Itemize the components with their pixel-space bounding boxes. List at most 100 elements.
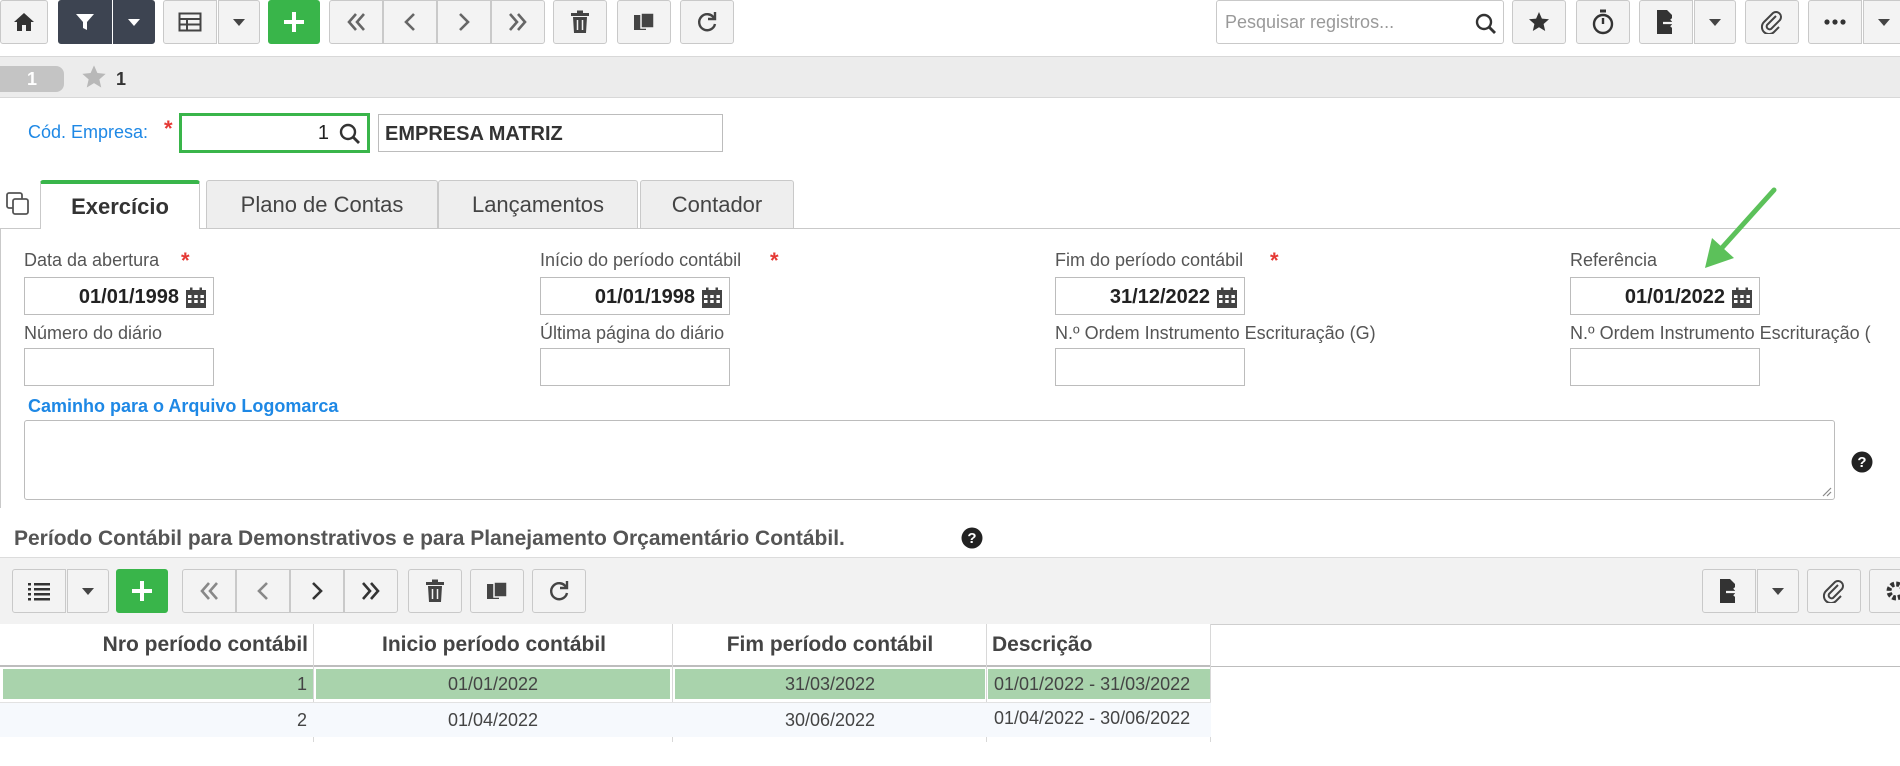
help-icon[interactable]: ?: [1851, 451, 1873, 473]
data-abertura-field[interactable]: 01/01/1998: [24, 277, 214, 315]
company-code-value: 1: [317, 122, 329, 144]
first-icon: [200, 582, 218, 600]
delete-button[interactable]: [553, 0, 607, 44]
export-button[interactable]: [1639, 0, 1693, 44]
refresh-button[interactable]: [680, 0, 734, 44]
grid-header-cell[interactable]: Nro período contábil: [0, 624, 308, 666]
copy-icon: [487, 581, 508, 599]
tab-plano-de-contas[interactable]: Plano de Contas: [206, 180, 438, 228]
add-record-button[interactable]: [268, 0, 320, 44]
resize-handle-icon[interactable]: [1820, 485, 1832, 497]
export-icon: [1720, 579, 1740, 603]
company-name-field: EMPRESA MATRIZ: [378, 114, 723, 152]
home-icon: [14, 13, 34, 31]
inicio-periodo-field[interactable]: 01/01/1998: [540, 277, 730, 315]
first-icon: [347, 13, 365, 31]
next-record-button[interactable]: [437, 0, 491, 44]
calendar-icon[interactable]: [1731, 287, 1753, 309]
annotation-arrow-icon: [1705, 187, 1777, 268]
grid-header-cell[interactable]: Descrição: [992, 624, 1210, 666]
calendar-icon[interactable]: [701, 287, 723, 309]
grid-toolbar: [0, 557, 1900, 625]
ordem-g-field[interactable]: [1055, 348, 1245, 386]
copy-button[interactable]: [617, 0, 671, 44]
grid-add-button[interactable]: [116, 569, 168, 613]
search-box: [1216, 0, 1504, 44]
last-record-button[interactable]: [491, 0, 545, 44]
copy-icon: [634, 12, 655, 30]
required-marker: *: [164, 116, 173, 141]
star-icon[interactable]: [80, 63, 108, 91]
table-cell: 01/01/2022 - 31/03/2022: [988, 669, 1210, 699]
tab-lancamentos[interactable]: Lançamentos: [438, 180, 638, 228]
grid-settings-button[interactable]: [1869, 569, 1900, 613]
calendar-icon[interactable]: [1216, 287, 1238, 309]
grid-icon: [178, 12, 202, 32]
list-view-dropdown-button[interactable]: [67, 569, 109, 613]
referencia-label: Referência: [1570, 250, 1658, 270]
grid-next-button[interactable]: [290, 569, 344, 613]
tab-panel-left-border: [0, 228, 1, 508]
required-marker: *: [1270, 248, 1279, 273]
table-row[interactable]: 1 01/01/2022 31/03/2022 01/01/2022 - 31/…: [0, 668, 1211, 702]
filter-button[interactable]: [58, 0, 112, 44]
grid-first-button[interactable]: [182, 569, 236, 613]
numero-diario-label: Número do diário: [24, 323, 163, 343]
grid-attachment-button[interactable]: [1807, 569, 1861, 613]
first-record-button[interactable]: [329, 0, 383, 44]
grid-view-dropdown-button[interactable]: [218, 0, 260, 44]
more-button[interactable]: [1808, 0, 1862, 44]
next-icon: [312, 582, 323, 600]
grid-prev-button[interactable]: [236, 569, 290, 613]
fim-periodo-field[interactable]: 31/12/2022: [1055, 277, 1245, 315]
export-dropdown-button[interactable]: [1694, 0, 1736, 44]
tab-label: Plano de Contas: [240, 191, 404, 217]
more-dropdown-button[interactable]: [1863, 0, 1900, 44]
attachment-button[interactable]: [1745, 0, 1799, 44]
grid-header-cell[interactable]: Fim período contábil: [674, 624, 986, 666]
export-icon: [1657, 10, 1677, 34]
search-icon[interactable]: [339, 123, 361, 145]
grid-header-cell[interactable]: Inicio período contábil: [316, 624, 672, 666]
fim-periodo-label: Fim do período contábil: [1055, 250, 1244, 270]
table-cell: 01/01/2022: [316, 669, 670, 699]
grid-delete-button[interactable]: [408, 569, 462, 613]
referencia-field[interactable]: 01/01/2022: [1570, 277, 1760, 315]
last-icon: [362, 582, 380, 600]
company-code-field[interactable]: 1: [179, 113, 370, 153]
timer-button[interactable]: [1576, 0, 1630, 44]
filter-dropdown-button[interactable]: [113, 0, 155, 44]
search-input[interactable]: [1225, 9, 1465, 35]
paperclip-icon: [1760, 11, 1782, 34]
logomarca-textarea[interactable]: [24, 420, 1835, 500]
table-cell: 30/06/2022: [784, 709, 876, 730]
ultima-pagina-field[interactable]: [540, 348, 730, 386]
grid-copy-button[interactable]: [470, 569, 524, 613]
numero-diario-field[interactable]: [24, 348, 214, 386]
refresh-icon: [698, 12, 717, 32]
svg-text:?: ?: [1857, 454, 1866, 471]
previous-record-button[interactable]: [383, 0, 437, 44]
help-icon[interactable]: ?: [961, 527, 983, 549]
grid-view-button[interactable]: [163, 0, 217, 44]
page-indicator[interactable]: 1: [0, 66, 64, 92]
tab-exercicio[interactable]: Exercício: [40, 180, 200, 229]
favorite-button[interactable]: [1512, 0, 1566, 44]
grid-export-button[interactable]: [1702, 569, 1756, 613]
caret-down-icon: [1709, 18, 1721, 26]
ordem-r-field[interactable]: [1570, 348, 1760, 386]
grid-last-button[interactable]: [344, 569, 398, 613]
grid-export-dropdown-button[interactable]: [1757, 569, 1799, 613]
ultima-pagina-label: Última página do diário: [540, 323, 725, 343]
data-abertura-value: 01/01/1998: [78, 286, 179, 308]
company-code-label: Cód. Empresa:: [28, 122, 149, 142]
grid-refresh-button[interactable]: [532, 569, 586, 613]
calendar-icon[interactable]: [185, 287, 207, 309]
duplicate-tabs-icon[interactable]: [6, 192, 30, 216]
search-icon[interactable]: [1475, 13, 1497, 35]
home-button[interactable]: [0, 0, 48, 44]
tab-contador[interactable]: Contador: [640, 180, 794, 228]
list-view-button[interactable]: [12, 569, 66, 613]
ordem-r-label: N.º Ordem Instrumento Escrituração (: [1570, 323, 1871, 343]
table-row[interactable]: 2 01/04/2022 30/06/2022 01/04/2022 - 30/…: [0, 703, 1211, 737]
